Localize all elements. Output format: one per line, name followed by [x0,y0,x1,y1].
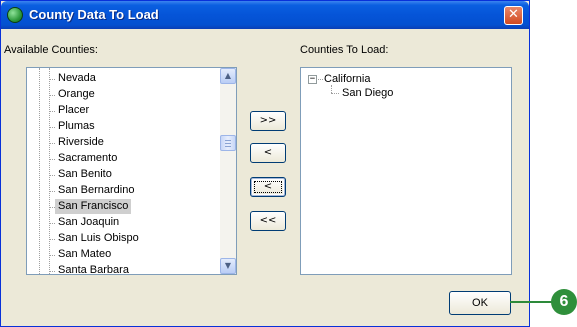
county-list-item[interactable]: Sacramento [55,151,120,166]
thumb-grip-line [225,140,231,141]
county-list-item[interactable]: San Luis Obispo [55,231,142,246]
scroll-up-button[interactable]: ▲ [220,68,236,84]
tree-connector [331,93,339,94]
available-scrollbar[interactable]: ▲ ▼ [220,68,236,274]
county-list-item[interactable]: San Bernardino [55,183,137,198]
focus-ring [254,181,282,193]
county-list-item[interactable]: Placer [55,103,92,118]
remove-selected-button[interactable]: < [250,177,286,197]
ok-button[interactable]: OK [449,291,511,315]
tree-guide-child [331,85,332,93]
collapse-expander[interactable]: − [308,75,317,84]
tree-child-san-diego[interactable]: San Diego [342,86,393,100]
county-list-item[interactable]: Nevada [55,71,99,86]
tree-guide-outer [39,68,40,274]
county-list-item[interactable]: Riverside [55,135,107,150]
remove-all-button[interactable]: << [250,211,286,231]
tree-root-california[interactable]: California [324,72,370,86]
counties-to-load-tree[interactable]: − California San Diego [300,67,512,275]
county-list-item[interactable]: Orange [55,87,98,102]
county-list-item[interactable]: San Mateo [55,247,114,262]
callout-line [510,301,553,303]
county-list-item[interactable]: Santa Barbara [55,263,132,278]
close-button[interactable]: ✕ [504,6,523,25]
window-title: County Data To Load [29,7,159,22]
thumb-grip-line [225,143,231,144]
tree-connector [318,79,323,80]
available-counties-list[interactable]: Nevada Orange Placer Plumas Riverside Sacrame… [26,67,237,278]
county-data-dialog: County Data To Load ✕ Available Counties… [0,0,530,327]
tree-guide-inner [49,68,50,274]
thumb-grip-line [225,146,231,147]
counties-to-load-label: Counties To Load: [300,44,389,56]
globe-icon [7,7,23,23]
scroll-down-button[interactable]: ▼ [220,258,236,274]
add-all-button[interactable]: >> [250,111,286,131]
title-bar[interactable]: County Data To Load ✕ [1,1,529,29]
scroll-thumb[interactable] [220,135,236,151]
county-list-item[interactable]: San Francisco [55,199,132,214]
county-list-item[interactable]: San Benito [55,167,115,182]
remove-button[interactable]: < [250,143,286,163]
county-list-item[interactable]: Plumas [55,119,98,134]
callout-step-badge: 6 [551,289,577,315]
county-list-item[interactable]: San Joaquin [55,215,122,230]
available-counties-label: Available Counties: [4,44,98,56]
